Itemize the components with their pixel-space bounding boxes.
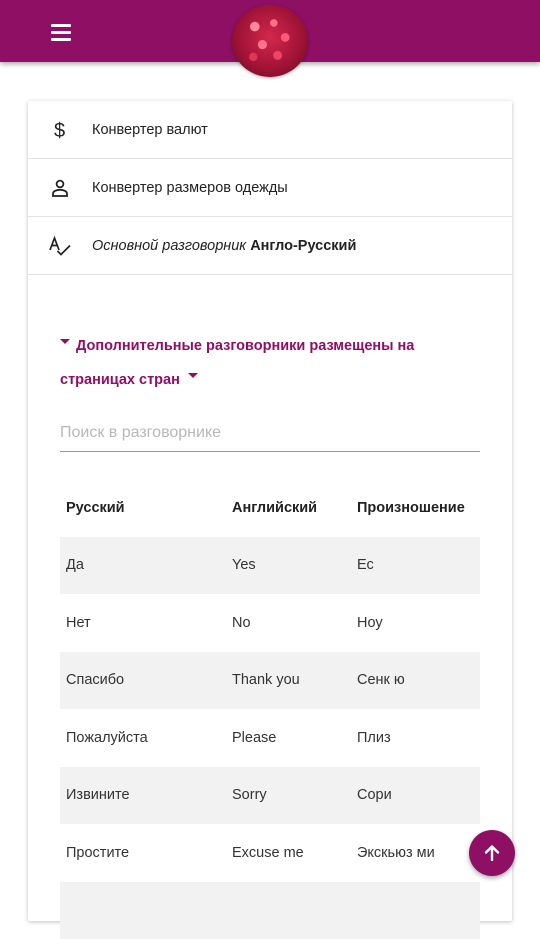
hamburger-menu-icon[interactable] xyxy=(44,17,78,47)
person-icon xyxy=(48,176,72,200)
table-row: Нет No Ноу xyxy=(60,594,480,652)
cell-english: Please xyxy=(232,730,276,746)
table-header-row: Русский Английский Произношение xyxy=(60,479,480,537)
phrasebook-search-input[interactable] xyxy=(60,415,480,452)
column-header-english: Английский xyxy=(232,500,317,516)
cell-english: Yes xyxy=(232,557,256,573)
cell-english: Thank you xyxy=(232,672,300,688)
content-card: $ Конвертер валют Конвертер размеров оде… xyxy=(28,101,512,921)
phrase-table: Русский Английский Произношение Да Yes Е… xyxy=(60,479,480,939)
cell-russian: Простите xyxy=(66,845,129,861)
arrow-up-icon xyxy=(482,843,502,863)
cell-english: Excuse me xyxy=(232,845,304,861)
extra-phrasebooks-link[interactable]: Дополнительные разговорники размещены на… xyxy=(60,329,480,397)
cell-russian: Спасибо xyxy=(66,672,124,688)
phrasebook-label-bold: Англо-Русский xyxy=(250,238,356,254)
svg-text:$: $ xyxy=(54,120,65,141)
nav-item-label: Конвертер размеров одежды xyxy=(92,180,288,196)
spellcheck-icon xyxy=(48,234,72,258)
nav-item-clothing-size-converter[interactable]: Конвертер размеров одежды xyxy=(28,159,512,217)
table-row: Да Yes Ес xyxy=(60,537,480,595)
cell-english: Sorry xyxy=(232,787,267,803)
dollar-icon: $ xyxy=(48,118,72,142)
cell-pronunciation: Сори xyxy=(357,787,392,803)
cell-russian: Да xyxy=(66,557,84,573)
cell-russian: Извините xyxy=(66,787,130,803)
table-row: Извините Sorry Сори xyxy=(60,767,480,825)
raspberry-avatar[interactable] xyxy=(232,5,308,77)
scroll-to-top-button[interactable] xyxy=(469,830,515,876)
table-row xyxy=(60,882,480,939)
nav-item-label: Конвертер валют xyxy=(92,122,208,138)
nav-item-label: Основной разговорник Англо-Русский xyxy=(92,238,356,254)
cell-pronunciation: Сенк ю xyxy=(357,672,405,688)
caret-down-icon xyxy=(60,339,70,344)
nav-item-main-phrasebook[interactable]: Основной разговорник Англо-Русский xyxy=(28,217,512,275)
column-header-pronunciation: Произношение xyxy=(357,500,465,516)
column-header-russian: Русский xyxy=(66,500,125,516)
cell-english: No xyxy=(232,615,251,631)
cell-pronunciation: Экскьюз ми xyxy=(357,845,435,861)
nav-item-currency-converter[interactable]: $ Конвертер валют xyxy=(28,101,512,159)
table-row: Пожалуйста Please Плиз xyxy=(60,709,480,767)
cell-russian: Нет xyxy=(66,615,91,631)
table-row: Спасибо Thank you Сенк ю xyxy=(60,652,480,710)
cell-pronunciation: Ноу xyxy=(357,615,383,631)
cell-pronunciation: Плиз xyxy=(357,730,391,746)
cell-pronunciation: Ес xyxy=(357,557,374,573)
table-row: Простите Excuse me Экскьюз ми xyxy=(60,824,480,882)
cell-russian: Пожалуйста xyxy=(66,730,148,746)
extra-phrasebooks-text: Дополнительные разговорники размещены на… xyxy=(60,338,414,388)
caret-down-icon xyxy=(188,373,198,378)
phrasebook-label-italic: Основной разговорник xyxy=(92,238,246,254)
